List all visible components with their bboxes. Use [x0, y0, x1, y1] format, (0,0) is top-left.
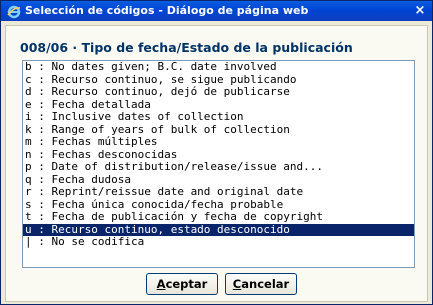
list-item[interactable]: s : Fecha única conocida/fecha probable: [23, 199, 414, 212]
cancel-mnemonic: C: [232, 277, 242, 291]
list-item[interactable]: t : Fecha de publicación y fecha de copy…: [23, 211, 414, 224]
accept-button[interactable]: Aceptar: [146, 273, 218, 295]
list-item[interactable]: r : Reprint/reissue date and original da…: [23, 186, 414, 199]
internet-explorer-icon: [7, 4, 21, 19]
list-item[interactable]: d : Recurso continuo, dejó de publicarse: [23, 86, 414, 99]
dialog-window: Selección de códigos - Diálogo de página…: [0, 0, 433, 305]
list-item[interactable]: b : No dates given; B.C. date involved: [23, 61, 414, 74]
dialog-content: 008/06 · Tipo de fecha/Estado de la publ…: [5, 25, 428, 302]
list-item[interactable]: k : Range of years of bulk of collection: [23, 124, 414, 137]
list-item[interactable]: e : Fecha detallada: [23, 99, 414, 112]
close-button[interactable]: ×: [412, 3, 428, 19]
list-item[interactable]: m : Fechas múltiples: [23, 136, 414, 149]
window-title: Selección de códigos - Diálogo de página…: [25, 4, 309, 17]
codes-listbox[interactable]: b : No dates given; B.C. date involved c …: [22, 60, 415, 268]
list-item[interactable]: c : Recurso continuo, se sigue publicand…: [23, 74, 414, 87]
list-item[interactable]: | : No se codifica: [23, 236, 414, 249]
field-heading: 008/06 · Tipo de fecha/Estado de la publ…: [20, 40, 353, 55]
list-item[interactable]: n : Fechas desconocidas: [23, 149, 414, 162]
accept-label: ceptar: [165, 277, 208, 291]
list-item-selected[interactable]: u : Recurso continuo, estado desconocido: [23, 223, 414, 236]
list-item[interactable]: i : Inclusive dates of collection: [23, 111, 414, 124]
codes-list: b : No dates given; B.C. date involved c …: [23, 61, 414, 249]
cancel-label: ancelar: [241, 277, 290, 291]
accept-mnemonic: A: [156, 277, 166, 291]
title-bar[interactable]: Selección de códigos - Diálogo de página…: [1, 1, 432, 21]
list-item[interactable]: q : Fecha dudosa: [23, 174, 414, 187]
list-item[interactable]: p : Date of distribution/release/issue a…: [23, 161, 414, 174]
cancel-button[interactable]: Cancelar: [225, 273, 297, 295]
